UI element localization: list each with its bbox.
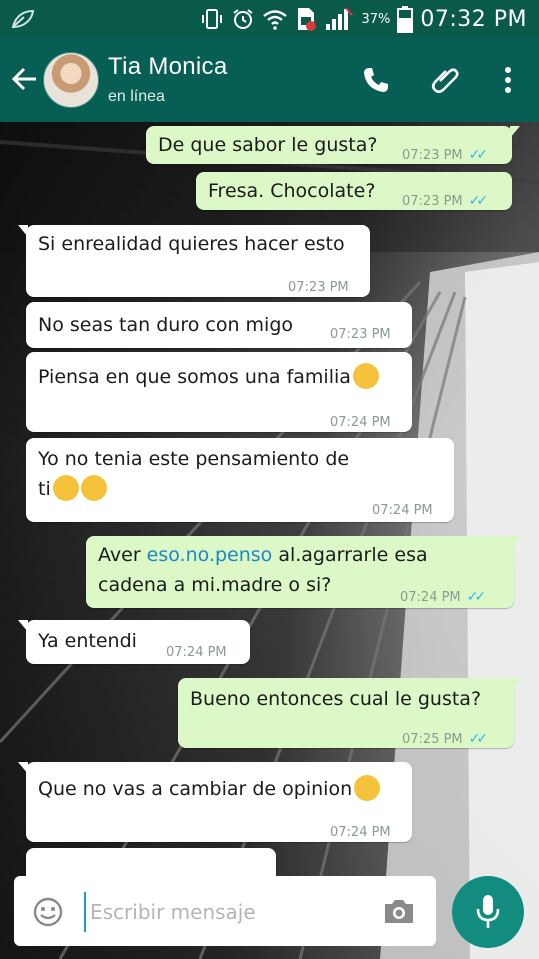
message-text: Piensa en que somos una familia — [38, 366, 351, 388]
message-incoming[interactable]: Que no vas a cambiar de opinion 07:24 PM — [18, 762, 412, 842]
message-outgoing[interactable]: Bueno entonces cual le gusta? 07:25 PM ✓✓ — [178, 678, 522, 748]
message-text-wrap: Piensa en que somos una familia — [38, 362, 379, 392]
message-text: Bueno entonces cual le gusta? — [190, 688, 482, 710]
message-outgoing[interactable]: De que sabor le gusta? 07:23 PM ✓✓ — [146, 126, 520, 164]
message-text: De que sabor le gusta? — [158, 134, 378, 156]
message-time: 07:24 PM — [372, 503, 433, 518]
message-input[interactable] — [84, 892, 372, 932]
chat-area[interactable]: De que sabor le gusta? 07:23 PM ✓✓ Fresa.… — [0, 122, 539, 959]
message-time: 07:23 PM — [402, 194, 463, 209]
bubble-tail — [512, 536, 522, 548]
read-ticks-icon: ✓✓ — [466, 589, 487, 605]
message-text-wrap: Que no vas a cambiar de opinion — [38, 774, 381, 804]
message-meta: 07:25 PM ✓✓ — [402, 724, 489, 755]
message-incoming[interactable]: Piensa en que somos una familia 07:24 PM — [26, 352, 412, 432]
mic-icon — [476, 895, 500, 928]
message-time: 07:24 PM — [330, 825, 391, 840]
avatar[interactable] — [43, 52, 99, 108]
status-time: 07:32 PM — [420, 6, 527, 32]
message-time: 07:23 PM — [288, 280, 349, 295]
message-text-part: al.agarrarle esa — [272, 544, 428, 566]
read-ticks-icon: ✓✓ — [468, 731, 489, 747]
leaf-icon — [11, 9, 35, 29]
bubble-tail — [510, 126, 520, 138]
message-time: 07:24 PM — [400, 590, 461, 605]
message-text-line1: Yo no tenia este pensamiento de — [38, 448, 350, 470]
emoji-icon[interactable] — [32, 896, 64, 928]
message-text: Si enrealidad quieres hacer esto — [38, 233, 345, 255]
status-bar: 37% 07:32 PM — [0, 0, 539, 38]
message-time: 07:23 PM — [330, 327, 391, 342]
bubble-tail — [18, 225, 28, 237]
bubble-tail — [18, 762, 28, 774]
message-text: Fresa. Chocolate? — [208, 180, 376, 202]
message-meta: 07:24 PM ✓✓ — [400, 582, 487, 613]
message-incoming[interactable]: Ya entendi 07:24 PM — [18, 620, 250, 664]
sim-icon — [298, 8, 317, 31]
message-text-wrap: Aver eso.no.penso al.agarrarle esa cadena… — [98, 540, 428, 600]
message-time: 07:24 PM — [166, 645, 227, 660]
message-incoming[interactable]: Yo no tenia este pensamiento de ti 07:24 … — [26, 438, 454, 522]
message-outgoing[interactable]: Aver eso.no.penso al.agarrarle esa cadena… — [86, 536, 522, 608]
disappointed-face-icon — [80, 475, 107, 501]
signal-icon — [326, 7, 354, 30]
message-text-wrap: Yo no tenia este pensamiento de ti — [38, 444, 349, 504]
message-meta: 07:23 PM ✓✓ — [402, 140, 489, 171]
message-incoming[interactable]: No seas tan duro con migo 07:23 PM — [26, 302, 412, 348]
bubble-tail — [512, 678, 522, 690]
status-icons: 37% 07:32 PM — [200, 5, 527, 33]
message-time: 07:23 PM — [402, 148, 463, 163]
alarm-icon — [233, 9, 254, 29]
message-meta: 07:23 PM ✓✓ — [402, 186, 489, 217]
message-incoming[interactable]: Si enrealidad quieres hacer esto 07:23 P… — [18, 225, 370, 297]
message-time: 07:25 PM — [402, 732, 463, 747]
message-text: Ya entendi — [38, 630, 137, 652]
bubble-tail — [18, 620, 28, 632]
contact-status: en línea — [108, 88, 165, 105]
attach-icon[interactable] — [430, 64, 462, 96]
battery-icon — [397, 6, 414, 33]
read-ticks-icon: ✓✓ — [468, 147, 489, 163]
message-time: 07:24 PM — [330, 415, 391, 430]
mic-button[interactable] — [452, 876, 524, 948]
more-icon[interactable] — [492, 64, 524, 96]
chat-header: Tia Monica en línea — [0, 38, 539, 122]
message-text-line2: ti — [38, 478, 51, 500]
read-ticks-icon: ✓✓ — [468, 193, 489, 209]
disappointed-face-icon — [354, 775, 381, 801]
camera-icon[interactable] — [382, 896, 416, 926]
battery-percent: 37% — [361, 11, 391, 27]
message-text-part: Aver — [98, 544, 147, 566]
unamused-face-icon — [52, 475, 79, 501]
message-link[interactable]: eso.no.penso — [147, 544, 273, 566]
phone-vibrate-icon — [202, 9, 223, 29]
message-text: Que no vas a cambiar de opinion — [38, 778, 353, 800]
call-icon[interactable] — [360, 64, 392, 96]
back-arrow-icon[interactable] — [10, 64, 40, 94]
message-text: No seas tan duro con migo — [38, 314, 294, 336]
message-text-line2: cadena a mi.madre o si? — [98, 574, 332, 596]
unamused-face-icon — [352, 363, 379, 389]
contact-name[interactable]: Tia Monica — [108, 53, 227, 81]
message-input-bar — [14, 876, 436, 946]
wifi-icon — [263, 10, 288, 30]
message-outgoing[interactable]: Fresa. Chocolate? 07:23 PM ✓✓ — [196, 172, 512, 210]
